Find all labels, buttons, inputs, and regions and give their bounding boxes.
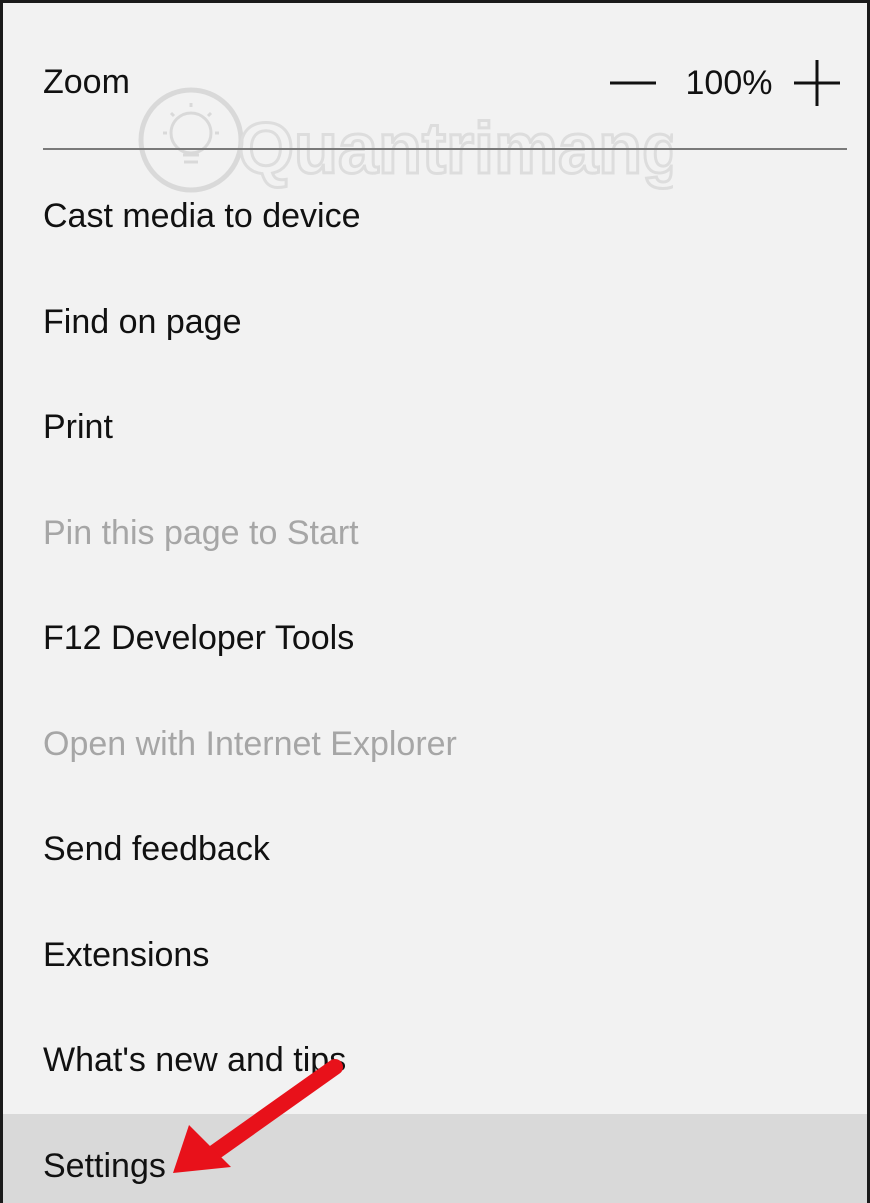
menu-item-label: Open with Internet Explorer [43,724,457,763]
more-actions-menu: Zoom 100% Quantrimang Cast media to devi… [0,0,870,1203]
menu-item-label: Send feedback [43,830,270,869]
zoom-row: Zoom 100% [43,43,845,123]
menu-item-cast-media-to-device[interactable]: Cast media to device [3,164,867,270]
menu-divider [43,148,847,150]
menu-item-send-feedback[interactable]: Send feedback [3,797,867,903]
menu-item-label: Pin this page to Start [43,513,359,552]
menu-item-label: Extensions [43,935,210,974]
menu-item-label: Find on page [43,302,242,341]
menu-item-pin-this-page-to-start: Pin this page to Start [3,481,867,587]
zoom-in-button[interactable] [789,55,845,111]
menu-item-label: Settings [43,1146,166,1185]
menu-item-what-s-new-and-tips[interactable]: What's new and tips [3,1008,867,1114]
menu-item-f12-developer-tools[interactable]: F12 Developer Tools [3,586,867,692]
menu-items: Cast media to device Find on page Print Pin… [3,164,867,1203]
plus-icon [794,60,840,106]
menu-item-find-on-page[interactable]: Find on page [3,270,867,376]
menu-item-label: Print [43,408,113,447]
zoom-level: 100% [685,63,773,102]
zoom-label: Zoom [43,62,130,101]
menu-item-label: Cast media to device [43,197,361,236]
zoom-controls: 100% [605,55,845,111]
menu-item-print[interactable]: Print [3,375,867,481]
menu-item-settings[interactable]: Settings [3,1113,867,1203]
menu-item-open-with-internet-explorer: Open with Internet Explorer [3,692,867,798]
zoom-out-button[interactable] [605,55,661,111]
menu-item-label: What's new and tips [43,1041,347,1080]
menu-item-label: F12 Developer Tools [43,619,355,658]
minus-icon [610,81,656,85]
menu-item-extensions[interactable]: Extensions [3,903,867,1009]
